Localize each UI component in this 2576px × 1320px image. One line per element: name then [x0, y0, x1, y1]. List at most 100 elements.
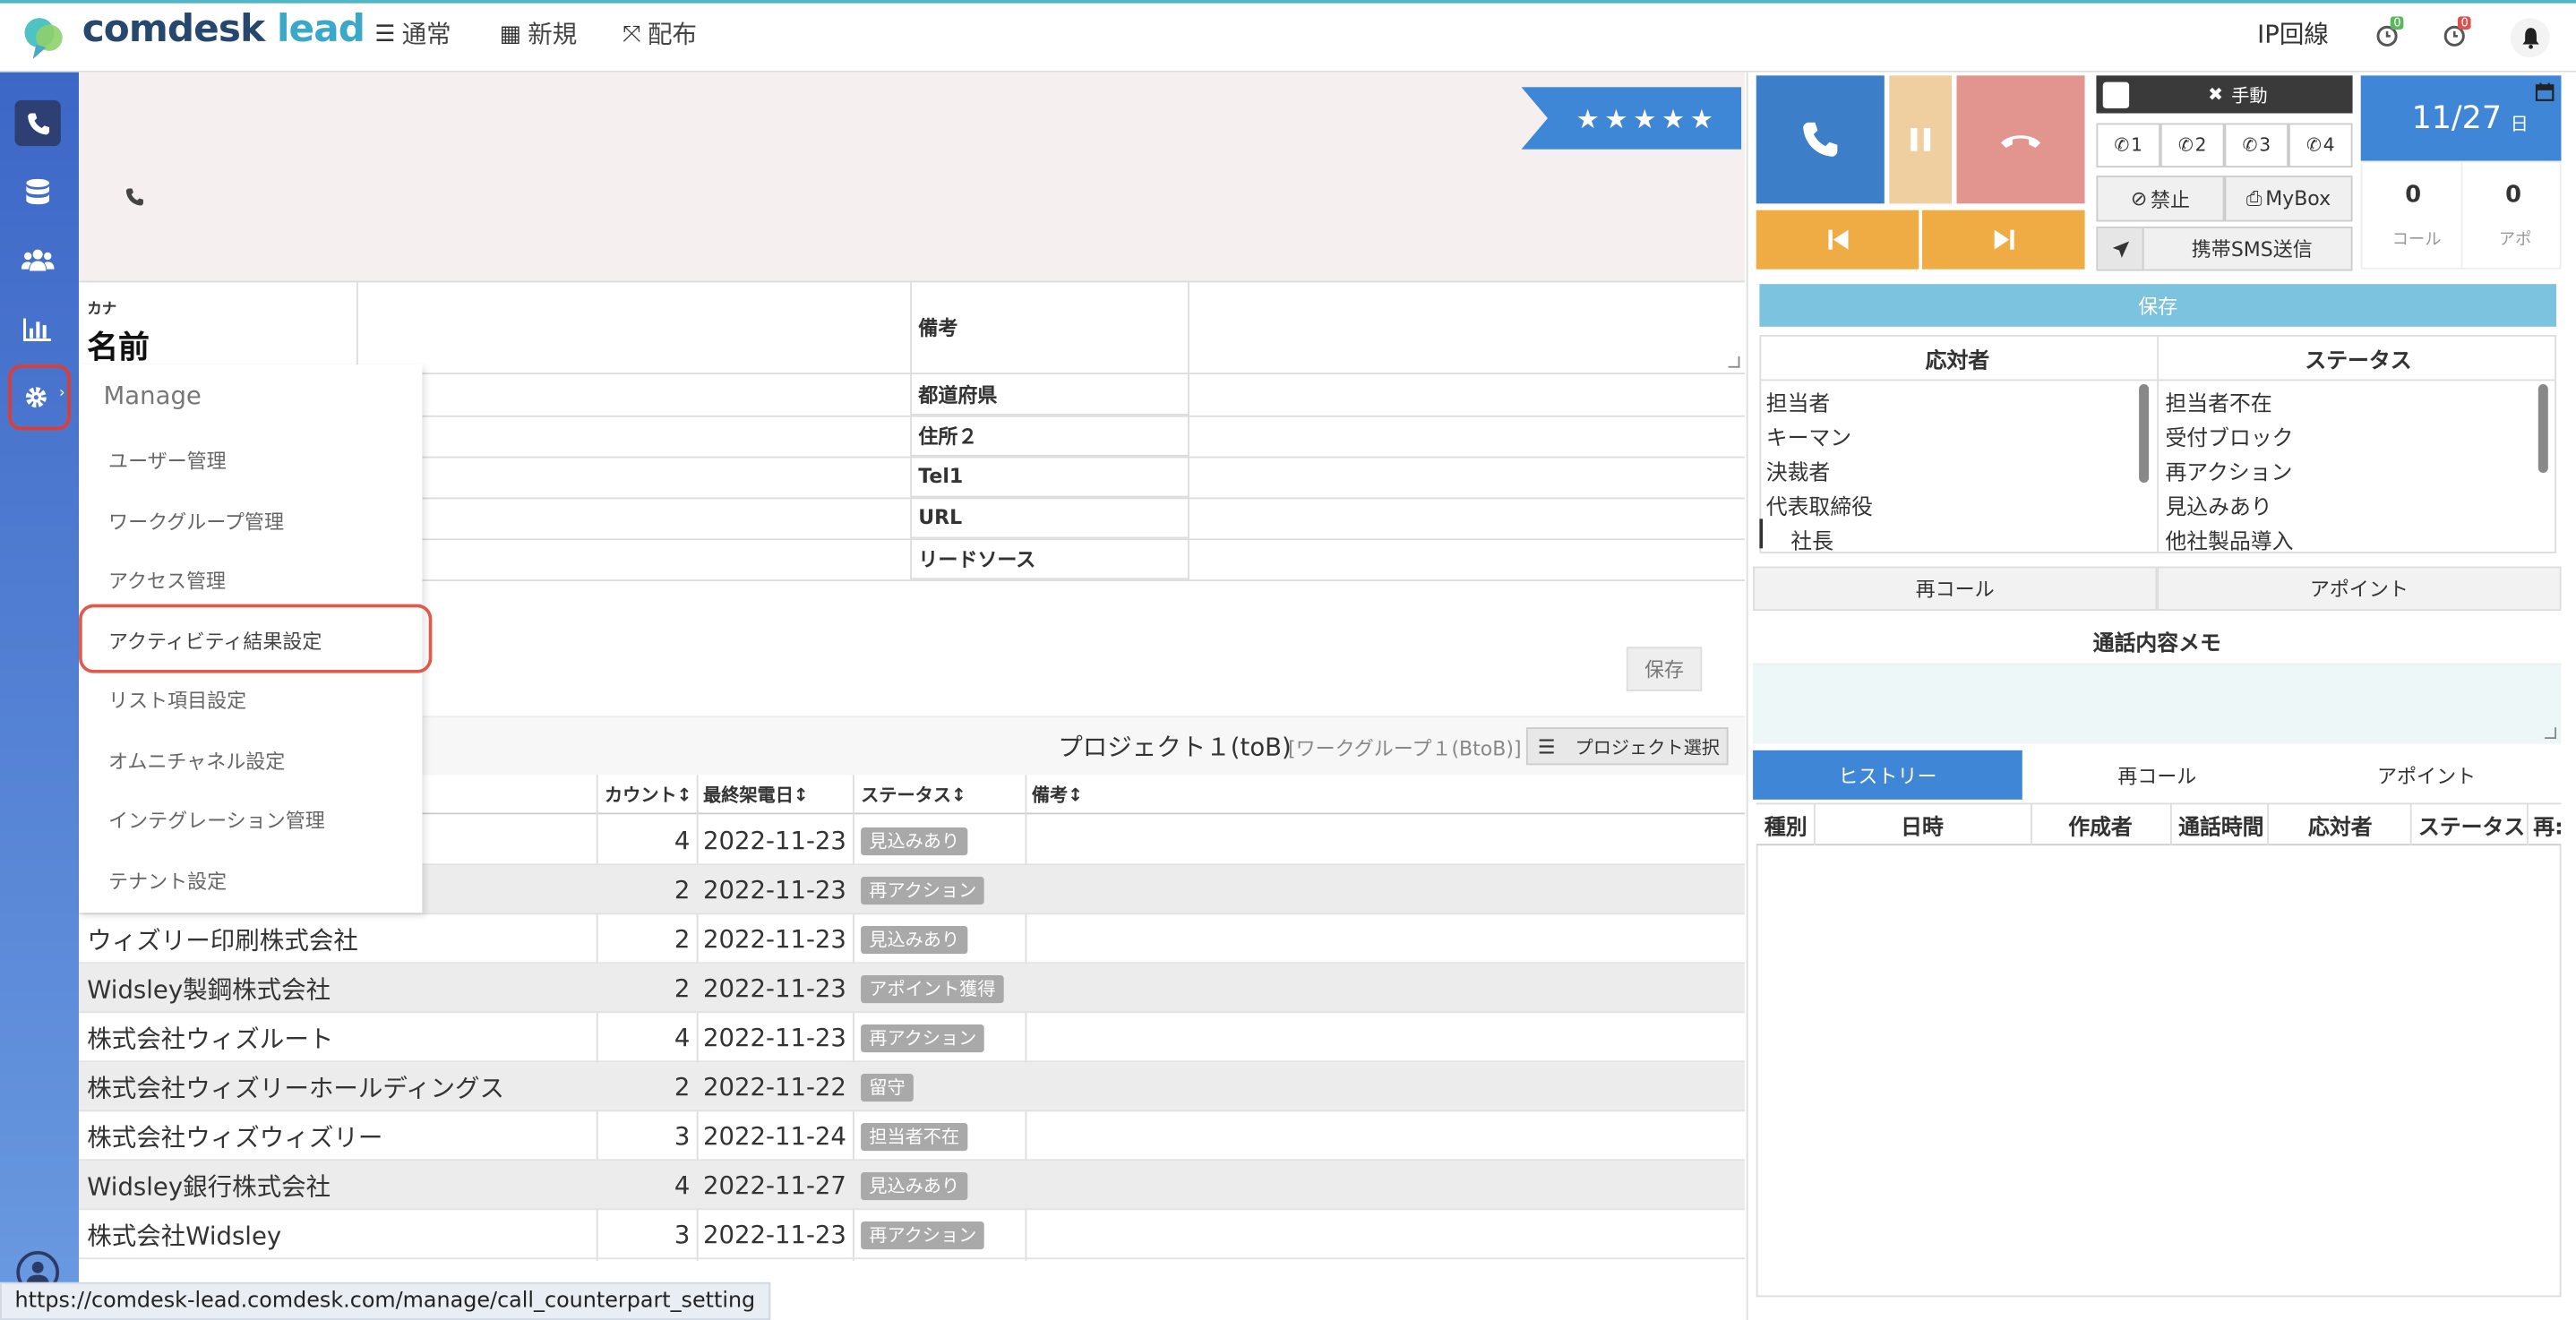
calls-label: コール: [2391, 231, 2442, 250]
panel-save-button[interactable]: 保存: [1759, 284, 2556, 327]
table-row[interactable]: Widsley銀行株式会社 4 2022-11-27 見込みあり: [79, 1161, 1745, 1211]
menu-item-integration-management[interactable]: インテグレーション管理: [108, 806, 325, 834]
status-scrollbar[interactable]: [2537, 383, 2548, 473]
status-item[interactable]: 担当者不在: [2165, 386, 2271, 417]
timer-red-icon[interactable]: 0: [2443, 16, 2472, 51]
resize-handle-icon[interactable]: [1728, 356, 1740, 368]
col-responder[interactable]: 応対者: [2308, 810, 2373, 841]
table-row[interactable]: Widsley製鋼株式会社 2 2022-11-23 アポイント獲得: [79, 964, 1745, 1014]
pause-button[interactable]: [1889, 75, 1953, 204]
project-select-button[interactable]: ☰ プロジェクト選択: [1525, 727, 1729, 766]
expand-icon: ⤧: [623, 20, 641, 47]
col-duration[interactable]: 通話時間: [2178, 810, 2263, 841]
nav-normal[interactable]: ☰ 通常: [374, 16, 451, 50]
table-row[interactable]: 株式会社ウィズウィズリー 3 2022-11-24 担当者不在: [79, 1111, 1745, 1161]
line-3-button[interactable]: ✆ 3: [2224, 123, 2289, 167]
next-button[interactable]: [1921, 210, 2085, 270]
phone-icon: ✆: [2177, 134, 2194, 157]
appo-count: 0: [2505, 182, 2522, 209]
line-1-button[interactable]: ✆ 1: [2096, 123, 2160, 167]
responder-item[interactable]: キーマン: [1766, 420, 1851, 451]
table-row[interactable]: ウィズリー印刷株式会社 2 2022-11-23 見込みあり: [79, 914, 1745, 964]
form-save-button[interactable]: 保存: [1626, 647, 1703, 691]
toggle-checkbox[interactable]: [2102, 81, 2130, 108]
menu-item-list-item-settings[interactable]: リスト項目設定: [108, 686, 246, 714]
lead-source-label: リードソース: [911, 538, 1189, 580]
rating-stars[interactable]: ★★★★★: [1521, 87, 1742, 150]
name-field[interactable]: カナ 名前: [79, 282, 358, 368]
phone-small-icon[interactable]: [125, 182, 148, 206]
logo[interactable]: comdesk lead: [82, 8, 365, 51]
kana-label: カナ: [87, 302, 117, 319]
table-row[interactable]: 株式会社Widsley 3 2022-11-23 再アクション: [79, 1210, 1745, 1260]
status-badge: 再アクション: [861, 1221, 985, 1249]
gear-icon[interactable]: [13, 374, 59, 420]
tab-appoint[interactable]: アポイント: [2291, 750, 2562, 800]
status-item[interactable]: 他社製品導入: [2165, 524, 2293, 555]
memo-textarea[interactable]: [1753, 664, 2562, 744]
tel1-label: Tel1: [911, 456, 1189, 498]
status-badge: 担当者不在: [861, 1122, 968, 1151]
name-value[interactable]: [357, 282, 912, 374]
tab-recall[interactable]: 再コール: [2022, 750, 2292, 800]
logo-icon: [24, 18, 63, 59]
menu-item-omnichannel-settings[interactable]: オムニチャネル設定: [108, 747, 285, 775]
col-remarks[interactable]: 備考↕: [1032, 782, 1083, 808]
manual-toggle[interactable]: ✖ 手動: [2096, 75, 2353, 114]
calls-count: 0: [2405, 182, 2422, 209]
nav-distribute[interactable]: ⤧ 配布: [623, 16, 697, 50]
appoint-button[interactable]: アポイント: [2157, 566, 2562, 611]
date-suffix: 日: [2510, 113, 2529, 135]
menu-item-user-management[interactable]: ユーザー管理: [108, 447, 227, 475]
contact-header: [79, 72, 1745, 283]
status-item[interactable]: 再アクション: [2165, 455, 2292, 486]
responder-item[interactable]: 決裁者: [1766, 455, 1831, 486]
status-item[interactable]: 受付ブロック: [2165, 420, 2293, 451]
address2-label: 住所２: [911, 415, 1189, 457]
mybox-button[interactable]: ⎙ MyBox: [2224, 176, 2353, 222]
responder-scrollbar[interactable]: [2139, 383, 2150, 483]
line-4-button[interactable]: ✆ 4: [2288, 123, 2353, 167]
notification-bell-icon[interactable]: [2510, 18, 2550, 58]
status-item[interactable]: 見込みあり: [2165, 489, 2271, 521]
ip-line-button[interactable]: IP回線: [2257, 16, 2329, 50]
menu-item-access-management[interactable]: アクセス管理: [108, 566, 226, 594]
bar-chart-icon[interactable]: [15, 305, 61, 351]
responder-item[interactable]: 担当者: [1766, 386, 1831, 417]
left-fields-column: [422, 373, 912, 580]
nav-new[interactable]: ▦ 新規: [500, 16, 578, 50]
col-last-call[interactable]: 最終架電日↕: [703, 782, 809, 808]
forbid-button[interactable]: ⊘ 禁止: [2096, 176, 2225, 222]
table-row[interactable]: 株式会社ウィズルート 4 2022-11-23 再アクション: [79, 1013, 1745, 1063]
remarks-textarea[interactable]: [1189, 282, 1745, 374]
recall-button[interactable]: 再コール: [1753, 566, 2158, 611]
tab-history[interactable]: ヒストリー: [1753, 750, 2022, 800]
call-button[interactable]: [1756, 75, 1885, 204]
responder-item[interactable]: 代表取締役: [1766, 489, 1873, 521]
timer-green-icon[interactable]: 0: [2375, 16, 2405, 51]
responder-item[interactable]: 社長: [1790, 524, 1833, 555]
resize-handle-icon[interactable]: [2545, 727, 2556, 739]
col-status[interactable]: ステータス↕: [861, 782, 966, 808]
phone-icon: ✆: [2242, 134, 2258, 157]
phone-icon[interactable]: [14, 99, 61, 147]
col-status[interactable]: ステータス: [2418, 810, 2525, 841]
database-icon[interactable]: [15, 169, 61, 215]
menu-item-workgroup-management[interactable]: ワークグループ管理: [108, 507, 284, 535]
col-type[interactable]: 種別: [1765, 810, 1807, 841]
line-2-button[interactable]: ✆ 2: [2160, 123, 2225, 167]
col-count[interactable]: カウント↕: [605, 782, 692, 808]
table-row[interactable]: 株式会社ウィズリーホールディングス 2 2022-11-22 留守: [79, 1062, 1745, 1112]
previous-button[interactable]: [1756, 210, 1919, 270]
col-datetime[interactable]: 日時: [1901, 810, 1944, 841]
sms-send-button[interactable]: 携帯SMS送信: [2096, 226, 2353, 271]
menu-item-tenant-settings[interactable]: テナント設定: [108, 867, 227, 895]
hangup-button[interactable]: [1956, 75, 2085, 204]
col-recall[interactable]: 再:: [2533, 810, 2563, 841]
calendar-icon[interactable]: [2535, 82, 2555, 102]
stats-card: 0 コール 0 アポ: [2360, 160, 2562, 270]
menu-item-activity-result-settings[interactable]: アクティビティ結果設定: [108, 627, 322, 655]
col-creator[interactable]: 作成者: [2068, 810, 2133, 841]
users-icon[interactable]: [15, 236, 61, 282]
name-label: 名前: [87, 330, 150, 366]
